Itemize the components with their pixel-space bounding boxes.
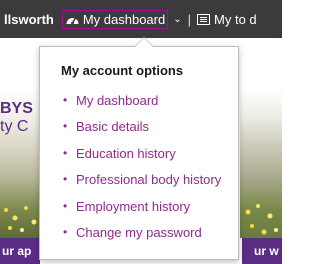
dashboard-menu-toggle[interactable]: My dashboard	[61, 9, 169, 29]
menu-item-education-history[interactable]: • Education history	[63, 146, 221, 172]
nav-separator: |	[187, 11, 192, 27]
todo-menu-item[interactable]: My to d	[197, 12, 257, 27]
menu-item-label[interactable]: Employment history	[76, 199, 190, 214]
menu-item-my-dashboard[interactable]: • My dashboard	[63, 93, 221, 119]
list-icon	[197, 13, 211, 25]
top-nav-bar: llsworth My dashboard ⌄ | My to d	[0, 0, 282, 38]
dashboard-gauge-icon	[66, 17, 79, 24]
dropdown-caret	[135, 38, 153, 47]
daffodils-left-image	[4, 206, 37, 232]
account-options-menu: • My dashboard • Basic details • Educati…	[63, 93, 221, 251]
bullet-icon: •	[63, 224, 68, 239]
menu-item-label[interactable]: Change my password	[76, 225, 202, 240]
menu-item-basic-details[interactable]: • Basic details	[63, 119, 221, 145]
bullet-icon: •	[63, 198, 68, 213]
chevron-down-icon[interactable]: ⌄	[173, 14, 181, 25]
hero-heading-fragment: BYS	[0, 100, 33, 117]
dashboard-menu-label: My dashboard	[82, 11, 166, 27]
hero-subheading-fragment: ty C	[0, 118, 29, 135]
cta-banner-left[interactable]: ur ap	[0, 238, 40, 264]
menu-item-label[interactable]: My dashboard	[76, 93, 158, 108]
cta-right-label: ur w	[254, 244, 279, 258]
menu-item-label[interactable]: Professional body history	[76, 172, 221, 187]
dropdown-title: My account options	[61, 63, 184, 78]
cta-left-label: ur ap	[2, 244, 32, 258]
bullet-icon: •	[63, 119, 68, 134]
menu-item-label[interactable]: Education history	[76, 146, 176, 161]
daffodils-right-image	[245, 204, 278, 235]
menu-item-professional-body-history[interactable]: • Professional body history	[63, 172, 221, 198]
menu-item-change-my-password[interactable]: • Change my password	[63, 225, 221, 251]
todo-menu-label: My to d	[214, 11, 257, 27]
bullet-icon: •	[63, 93, 68, 107]
menu-item-label[interactable]: Basic details	[76, 119, 149, 134]
menu-item-employment-history[interactable]: • Employment history	[63, 199, 221, 225]
bullet-icon: •	[63, 172, 68, 187]
bullet-icon: •	[63, 145, 68, 160]
user-name[interactable]: llsworth	[4, 12, 54, 27]
cta-banner-right[interactable]: ur w	[242, 238, 282, 264]
account-options-dropdown: My account options • My dashboard • Basi…	[39, 46, 239, 260]
